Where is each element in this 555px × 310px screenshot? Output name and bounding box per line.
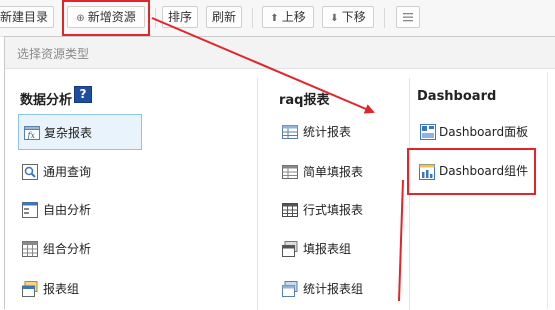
form-table-icon bbox=[282, 165, 298, 179]
resource-item-label: Dashboard面板 bbox=[439, 125, 529, 139]
move-up-label: 上移 bbox=[281, 10, 306, 24]
resource-item-label: 统计报表组 bbox=[303, 282, 364, 296]
fx-report-icon: fx bbox=[24, 126, 40, 140]
bar-chart-icon bbox=[419, 164, 435, 180]
row-table-icon bbox=[282, 203, 298, 217]
arrow-down-icon: ⬇ bbox=[330, 13, 339, 24]
column-header-dashboard: Dashboard bbox=[417, 89, 497, 104]
table-icon bbox=[282, 125, 298, 139]
resource-item-stat-report[interactable]: 统计报表 bbox=[279, 114, 399, 150]
resource-item-label: Dashboard组件 bbox=[439, 164, 529, 178]
panel-right-edge bbox=[547, 72, 548, 309]
sort-label: 排序 bbox=[167, 10, 192, 24]
new-resource-label: 新增资源 bbox=[87, 10, 136, 24]
toolbar: 新建目录 ⊕ 新增资源 排序 刷新 ⬆ 上移 ⬇ 下移 bbox=[0, 0, 555, 37]
column-divider bbox=[257, 78, 258, 310]
grid-icon bbox=[22, 241, 38, 257]
resource-item-label: 组合分析 bbox=[43, 242, 92, 256]
resource-item-label: 简单填报表 bbox=[303, 165, 364, 179]
panel-header: 选择资源类型 bbox=[5, 37, 555, 69]
resource-item-simple-fill-report[interactable]: 简单填报表 bbox=[279, 154, 399, 190]
move-down-label: 下移 bbox=[341, 10, 366, 24]
panel-title: 选择资源类型 bbox=[17, 47, 90, 61]
resource-item-report-group[interactable]: 报表组 bbox=[19, 271, 143, 307]
column-header-raq-report: raq报表 bbox=[279, 93, 330, 108]
toolbar-divider bbox=[252, 8, 253, 28]
resource-item-general-query[interactable]: 通用查询 bbox=[19, 154, 143, 190]
new-folder-label: 新建目录 bbox=[0, 10, 48, 24]
move-down-button[interactable]: ⬇ 下移 bbox=[322, 6, 374, 28]
resource-item-dashboard-panel[interactable]: Dashboard面板 bbox=[417, 114, 541, 150]
list-menu-icon bbox=[403, 13, 413, 22]
resource-item-label: 复杂报表 bbox=[44, 126, 93, 140]
resource-item-free-analysis[interactable]: 自由分析 bbox=[19, 192, 143, 228]
more-menu-button[interactable] bbox=[396, 6, 420, 28]
resource-item-complex-report[interactable]: fx 复杂报表 bbox=[18, 114, 142, 150]
search-list-icon bbox=[22, 164, 38, 180]
resource-item-stat-report-group[interactable]: 统计报表组 bbox=[279, 271, 399, 307]
resource-item-row-fill-report[interactable]: 行式填报表 bbox=[279, 192, 399, 228]
report-group-icon bbox=[22, 281, 38, 297]
resource-item-label: 行式填报表 bbox=[303, 203, 364, 217]
free-analysis-icon bbox=[22, 202, 38, 218]
toolbar-divider bbox=[384, 8, 385, 28]
resource-item-fill-report-group[interactable]: 填报表组 bbox=[279, 231, 399, 267]
resource-item-label: 填报表组 bbox=[303, 242, 352, 256]
resource-item-label: 统计报表 bbox=[303, 125, 352, 139]
stat-group-icon bbox=[282, 281, 298, 297]
move-up-button[interactable]: ⬆ 上移 bbox=[262, 6, 314, 28]
fill-group-icon bbox=[282, 241, 298, 257]
sort-button[interactable]: 排序 bbox=[162, 6, 198, 28]
toolbar-divider bbox=[155, 8, 156, 28]
svg-text:fx: fx bbox=[27, 131, 36, 140]
refresh-button[interactable]: 刷新 bbox=[206, 6, 242, 28]
new-folder-button[interactable]: 新建目录 bbox=[0, 6, 54, 28]
resource-item-label: 自由分析 bbox=[43, 203, 92, 217]
resource-item-combined-analysis[interactable]: 组合分析 bbox=[19, 231, 143, 267]
plus-circle-icon: ⊕ bbox=[76, 13, 85, 24]
refresh-label: 刷新 bbox=[211, 10, 236, 24]
resource-item-dashboard-component[interactable]: Dashboard组件 bbox=[407, 148, 536, 195]
new-resource-button[interactable]: ⊕ 新增资源 bbox=[67, 6, 145, 28]
column-header-data-analysis: 数据分析 bbox=[20, 93, 73, 108]
help-icon[interactable]: ? bbox=[74, 86, 92, 103]
resource-item-label: 通用查询 bbox=[43, 165, 92, 179]
resource-item-label: 报表组 bbox=[43, 282, 80, 296]
dashboard-panel-icon bbox=[420, 124, 436, 140]
arrow-up-icon: ⬆ bbox=[270, 13, 279, 24]
